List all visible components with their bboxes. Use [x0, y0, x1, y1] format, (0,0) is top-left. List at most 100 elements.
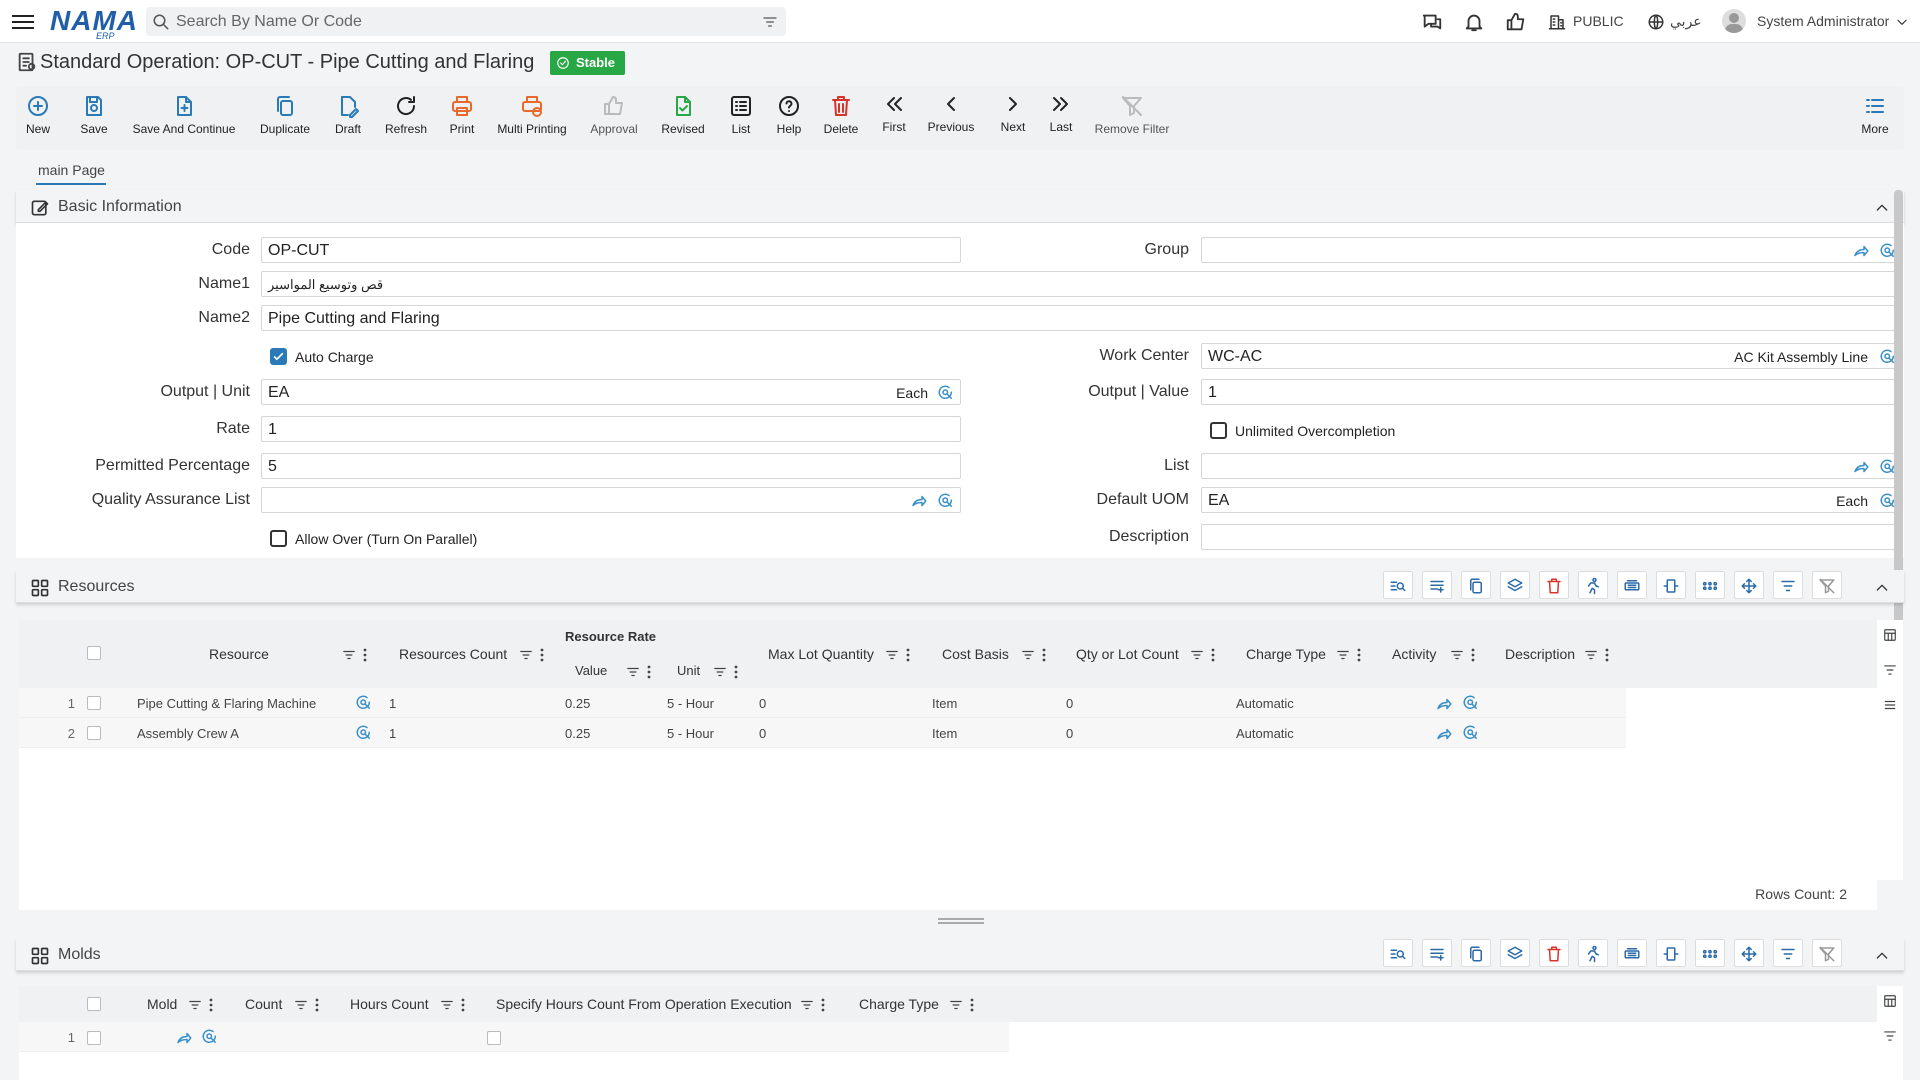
open-link-icon[interactable]	[1435, 725, 1453, 743]
first-button[interactable]: First	[878, 92, 910, 134]
description-field[interactable]	[1201, 524, 1901, 550]
filter-off-button[interactable]	[1812, 571, 1842, 599]
filter-off-button[interactable]	[1812, 939, 1842, 967]
cell-unit[interactable]: 5 - Hour	[667, 696, 714, 711]
work-center-field[interactable]: WC-AC AC Kit Assembly Line	[1201, 343, 1901, 369]
cell-qty-lot[interactable]: 0	[1066, 696, 1073, 711]
specify-hours-checkbox[interactable]	[487, 1031, 501, 1045]
column-menu-icon[interactable]	[646, 665, 652, 679]
lookup-search-icon[interactable]	[1462, 694, 1480, 712]
name1-field[interactable]: قص وتوسيع المواسير	[261, 271, 1903, 297]
code-field[interactable]: OP-CUT	[261, 237, 961, 263]
filter-button[interactable]	[1773, 571, 1803, 599]
column-header-charge-type[interactable]: Charge Type	[1246, 646, 1326, 662]
column-menu-icon[interactable]	[1356, 648, 1362, 662]
remove-filter-button[interactable]: Remove Filter	[1092, 94, 1172, 136]
cell-value[interactable]: 0.25	[565, 726, 590, 741]
add-row-button[interactable]	[1422, 939, 1452, 967]
unlimited-overcompletion-checkbox[interactable]	[1210, 422, 1227, 439]
menu-icon[interactable]	[12, 11, 34, 31]
add-row-button[interactable]	[1422, 571, 1452, 599]
column-menu-icon[interactable]	[905, 648, 911, 662]
chevron-up-icon[interactable]	[1874, 580, 1890, 596]
default-uom-field[interactable]: EA Each	[1201, 487, 1901, 513]
move-button[interactable]	[1734, 571, 1764, 599]
new-button[interactable]: New	[22, 94, 54, 136]
last-button[interactable]: Last	[1046, 92, 1076, 134]
filter-button[interactable]	[1773, 939, 1803, 967]
keyboard-button[interactable]	[1617, 571, 1647, 599]
column-header-max-lot-quantity[interactable]: Max Lot Quantity	[768, 646, 874, 662]
cell-cost-basis[interactable]: Item	[932, 726, 957, 741]
cell-max-lot[interactable]: 0	[759, 726, 766, 741]
cell-resource[interactable]: Pipe Cutting & Flaring Machine	[137, 696, 316, 711]
column-filter-icon[interactable]	[440, 998, 454, 1012]
permitted-percentage-field[interactable]: 5	[261, 453, 961, 479]
open-link-icon[interactable]	[1852, 242, 1870, 260]
chat-icon[interactable]	[1420, 11, 1444, 33]
chevron-up-icon[interactable]	[1874, 200, 1890, 216]
output-unit-field[interactable]: EA Each	[261, 379, 961, 405]
copy-button[interactable]	[1461, 939, 1491, 967]
user-name[interactable]: System Administrator	[1757, 13, 1889, 29]
cell-count[interactable]: 1	[389, 696, 396, 711]
row-checkbox[interactable]	[87, 726, 101, 740]
name2-field[interactable]: Pipe Cutting and Flaring	[261, 305, 1903, 331]
notification-bell-icon[interactable]	[1463, 11, 1485, 33]
open-link-icon[interactable]	[1435, 695, 1453, 713]
select-all-checkbox[interactable]	[87, 646, 101, 660]
revised-button[interactable]: Revised	[660, 94, 706, 136]
save-button[interactable]: Save	[76, 94, 112, 136]
auto-charge-checkbox[interactable]	[270, 348, 287, 365]
column-menu-icon[interactable]	[362, 648, 368, 662]
column-header-mold[interactable]: Mold	[147, 996, 177, 1012]
list-button[interactable]: List	[726, 94, 756, 136]
run-button[interactable]	[1578, 939, 1608, 967]
cell-qty-lot[interactable]: 0	[1066, 726, 1073, 741]
cell-cost-basis[interactable]: Item	[932, 696, 957, 711]
open-link-icon[interactable]	[910, 492, 928, 510]
column-filter-icon[interactable]	[949, 998, 963, 1012]
fit-columns-button[interactable]	[1656, 571, 1686, 599]
cell-count[interactable]: 1	[389, 726, 396, 741]
lookup-search-icon[interactable]	[355, 724, 373, 742]
column-menu-icon[interactable]	[1470, 648, 1476, 662]
print-button[interactable]: Print	[444, 94, 480, 136]
lookup-search-icon[interactable]	[1462, 724, 1480, 742]
column-filter-icon[interactable]	[800, 998, 814, 1012]
quality-assurance-list-field[interactable]	[261, 487, 961, 513]
column-filter-icon[interactable]	[626, 665, 640, 679]
table-row[interactable]: 1 Pipe Cutting & Flaring Machine 1 0.25 5 - …	[19, 688, 1626, 718]
layers-button[interactable]	[1500, 939, 1530, 967]
column-header-hours-count[interactable]: Hours Count	[350, 996, 429, 1012]
column-header-description[interactable]: Description	[1505, 646, 1575, 662]
dots-grid-button[interactable]	[1695, 571, 1725, 599]
cell-resource[interactable]: Assembly Crew A	[137, 726, 239, 741]
column-menu-icon[interactable]	[969, 998, 975, 1012]
column-header-value[interactable]: Value	[575, 663, 607, 678]
chevron-down-icon[interactable]	[1895, 15, 1909, 29]
column-menu-icon[interactable]	[733, 665, 739, 679]
column-menu-icon[interactable]	[820, 998, 826, 1012]
column-header-specify-hours-count[interactable]: Specify Hours Count From Operation Execu…	[496, 996, 792, 1012]
search-list-button[interactable]	[1383, 571, 1413, 599]
column-filter-icon[interactable]	[519, 648, 533, 662]
column-filter-icon[interactable]	[1584, 648, 1598, 662]
open-link-icon[interactable]	[175, 1029, 193, 1047]
rate-field[interactable]: 1	[261, 416, 961, 442]
public-label[interactable]: PUBLIC	[1573, 13, 1624, 29]
row-checkbox[interactable]	[87, 1031, 101, 1045]
avatar[interactable]	[1722, 9, 1746, 33]
column-header-resource[interactable]: Resource	[209, 646, 269, 662]
lookup-search-icon[interactable]	[937, 492, 955, 510]
open-link-icon[interactable]	[1852, 458, 1870, 476]
next-button[interactable]: Next	[998, 92, 1028, 134]
lookup-search-icon[interactable]	[355, 694, 373, 712]
column-header-activity[interactable]: Activity	[1392, 646, 1436, 662]
column-header-resources-count[interactable]: Resources Count	[399, 646, 507, 662]
column-filter-icon[interactable]	[885, 648, 899, 662]
logo[interactable]: NAMA ERP	[50, 5, 138, 41]
approval-button[interactable]: Approval	[588, 94, 640, 136]
output-value-field[interactable]: 1	[1201, 379, 1901, 405]
column-header-cost-basis[interactable]: Cost Basis	[942, 646, 1009, 662]
